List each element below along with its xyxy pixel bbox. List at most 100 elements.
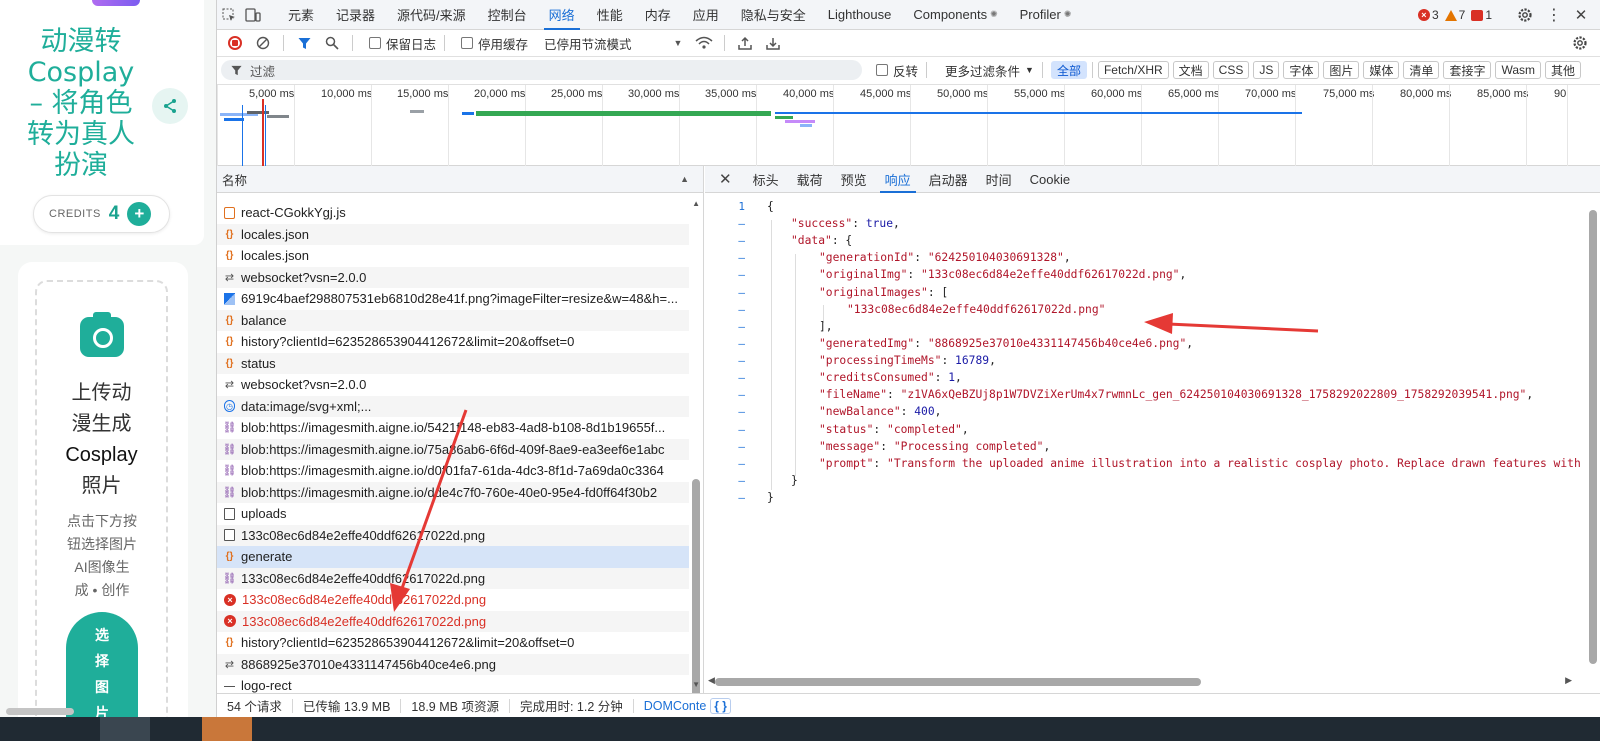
filter-type-fetch-xhr[interactable]: Fetch/XHR	[1097, 61, 1169, 79]
tab-lighthouse[interactable]: Lighthouse	[817, 0, 903, 30]
scroll-down-icon[interactable]: ▼	[692, 680, 700, 689]
response-scrollbar[interactable]	[1586, 198, 1600, 668]
export-har-icon[interactable]	[761, 32, 785, 54]
throttle-select[interactable]: 已停用节流模式 ▼	[544, 34, 682, 53]
tab-headers[interactable]: 标头	[744, 166, 788, 193]
request-row[interactable]: ⇄ websocket?vsn=2.0.0	[217, 374, 689, 396]
request-row[interactable]: ◷ data:image/svg+xml;...	[217, 395, 689, 417]
warning-count-badge[interactable]: 7	[1444, 8, 1465, 22]
horizontal-scroll-thumb[interactable]	[715, 678, 1201, 686]
timeline-tick-label: 40,000 ms	[783, 88, 835, 100]
settings-gear-icon[interactable]	[1512, 4, 1538, 26]
add-credits-button[interactable]: +	[127, 202, 152, 226]
request-row[interactable]: {} locales.json	[217, 245, 689, 267]
request-row[interactable]: {} status	[217, 352, 689, 374]
search-icon[interactable]	[320, 32, 344, 54]
request-row[interactable]: {} history?clientId=623528653904412672&li…	[217, 331, 689, 353]
filter-type-font[interactable]: 字体	[1283, 61, 1320, 79]
request-row[interactable]: 133c08ec6d84e2effe40ddf62617022d.png	[217, 524, 689, 546]
tab-timing[interactable]: 时间	[977, 166, 1021, 193]
taskbar-app[interactable]	[202, 717, 252, 741]
request-row[interactable]: uploads	[217, 503, 689, 525]
chevron-down-icon: ▼	[673, 38, 683, 48]
pretty-print-icon[interactable]: { }	[710, 697, 731, 714]
inspect-element-icon[interactable]	[217, 4, 241, 26]
toolbar-divider	[926, 62, 928, 78]
preserve-log-checkbox[interactable]: 保留日志	[369, 34, 436, 53]
issues-count-badge[interactable]: 1	[1471, 8, 1492, 22]
scroll-left-icon[interactable]: ◀	[708, 675, 715, 686]
more-filters-dropdown[interactable]: 更多过滤条件 ▼	[945, 61, 1034, 80]
tab-memory[interactable]: 内存	[634, 0, 682, 30]
network-settings-gear-icon[interactable]	[1568, 32, 1592, 54]
close-devtools-icon[interactable]: ✕	[1570, 4, 1592, 26]
filter-type-all[interactable]: 全部	[1050, 61, 1087, 79]
request-list-scrollbar[interactable]: ▲ ▼	[689, 193, 703, 701]
filter-type-img[interactable]: 图片	[1323, 61, 1360, 79]
request-row[interactable]: ⛓ 133c08ec6d84e2effe40ddf62617022d.png	[217, 567, 689, 589]
tab-sources[interactable]: 源代码/来源	[386, 0, 477, 30]
more-options-icon[interactable]: ⋮	[1544, 4, 1564, 26]
close-detail-icon[interactable]: ✕	[719, 170, 732, 188]
tab-performance[interactable]: 性能	[586, 0, 634, 30]
filter-type-doc[interactable]: 文档	[1172, 61, 1209, 79]
tab-privacy-security[interactable]: 隐私与安全	[730, 0, 817, 30]
invert-checkbox[interactable]: 反转	[876, 61, 918, 80]
filter-type-css[interactable]: CSS	[1212, 61, 1250, 79]
tab-recorder[interactable]: 记录器	[325, 0, 386, 30]
tab-preview[interactable]: 预览	[832, 166, 876, 193]
filter-type-manifest[interactable]: 清单	[1403, 61, 1440, 79]
page-horizontal-scrollbar[interactable]	[6, 708, 74, 715]
tab-profiler[interactable]: Profiler ✺	[1009, 0, 1083, 30]
tab-cookies[interactable]: Cookie	[1021, 166, 1079, 193]
scroll-right-icon[interactable]: ▶	[1565, 675, 1572, 686]
request-row[interactable]: {} locales.json	[217, 223, 689, 245]
disable-cache-checkbox[interactable]: 停用缓存	[461, 34, 528, 53]
request-row[interactable]: × 133c08ec6d84e2effe40ddf62617022d.png	[217, 610, 689, 632]
resources-size: 18.9 MB 项资源	[401, 698, 510, 714]
tab-network[interactable]: 网络	[538, 0, 586, 30]
request-row[interactable]: {} balance	[217, 309, 689, 331]
filter-icon[interactable]	[292, 32, 316, 54]
scroll-thumb[interactable]	[692, 479, 700, 701]
clear-icon[interactable]	[251, 32, 275, 54]
error-count-badge[interactable]: × 3	[1417, 8, 1439, 22]
tab-console[interactable]: 控制台	[477, 0, 538, 30]
tab-initiator[interactable]: 启动器	[920, 166, 977, 193]
request-row[interactable]: ⇄ websocket?vsn=2.0.0	[217, 266, 689, 288]
scroll-thumb[interactable]	[1589, 210, 1597, 664]
tab-application[interactable]: 应用	[682, 0, 730, 30]
filter-type-other[interactable]: 其他	[1545, 61, 1582, 79]
filter-type-socket[interactable]: 套接字	[1443, 61, 1492, 79]
request-row[interactable]: ⛓ blob:https://imagesmith.aigne.io/75a86a…	[217, 438, 689, 460]
request-row[interactable]: × 133c08ec6d84e2effe40ddf62617022d.png	[217, 589, 689, 611]
request-row[interactable]: {} generate	[217, 546, 689, 568]
request-row[interactable]: ⛓ blob:https://imagesmith.aigne.io/5421f1…	[217, 417, 689, 439]
request-row[interactable]: ⛓ blob:https://imagesmith.aigne.io/d0f01f…	[217, 460, 689, 482]
request-row[interactable]: ⇄ 8868925e37010e4331147456b40ce4e6.png	[217, 653, 689, 675]
record-icon[interactable]	[223, 32, 247, 54]
share-button[interactable]	[152, 88, 188, 124]
network-timeline-overview[interactable]: 5,000 ms 10,000 ms 15,000 ms 20,000 ms 2…	[217, 84, 1600, 167]
tab-components[interactable]: Components ✺	[902, 0, 1008, 30]
filter-type-js[interactable]: JS	[1253, 61, 1280, 79]
device-toolbar-icon[interactable]	[241, 4, 265, 26]
response-body[interactable]: 1 – – – – – – – – – – – – – – – – – { "s…	[705, 198, 1585, 668]
request-row[interactable]: react-CGokkYgj.js	[217, 202, 689, 224]
network-conditions-icon[interactable]	[692, 32, 716, 54]
scroll-up-icon[interactable]: ▲	[692, 199, 700, 208]
tab-elements[interactable]: 元素	[277, 0, 325, 30]
request-row[interactable]: 6919c4baef298807531eb6810d28e41f.png?ima…	[217, 288, 689, 310]
request-row[interactable]: ⛓ blob:https://imagesmith.aigne.io/dde4c7…	[217, 481, 689, 503]
taskbar-app[interactable]	[100, 717, 150, 741]
filter-input[interactable]: 过滤	[221, 60, 862, 80]
filter-type-media[interactable]: 媒体	[1363, 61, 1400, 79]
tab-response[interactable]: 响应	[876, 166, 920, 193]
ws-file-icon: ⇄	[224, 379, 235, 392]
filter-type-wasm[interactable]: Wasm	[1495, 61, 1542, 79]
request-row[interactable]: {} history?clientId=623528653904412672&li…	[217, 632, 689, 654]
tab-payload[interactable]: 载荷	[788, 166, 832, 193]
timeline-bar	[785, 120, 815, 123]
column-header-name[interactable]: 名称 ▲	[217, 166, 703, 193]
import-har-icon[interactable]	[733, 32, 757, 54]
